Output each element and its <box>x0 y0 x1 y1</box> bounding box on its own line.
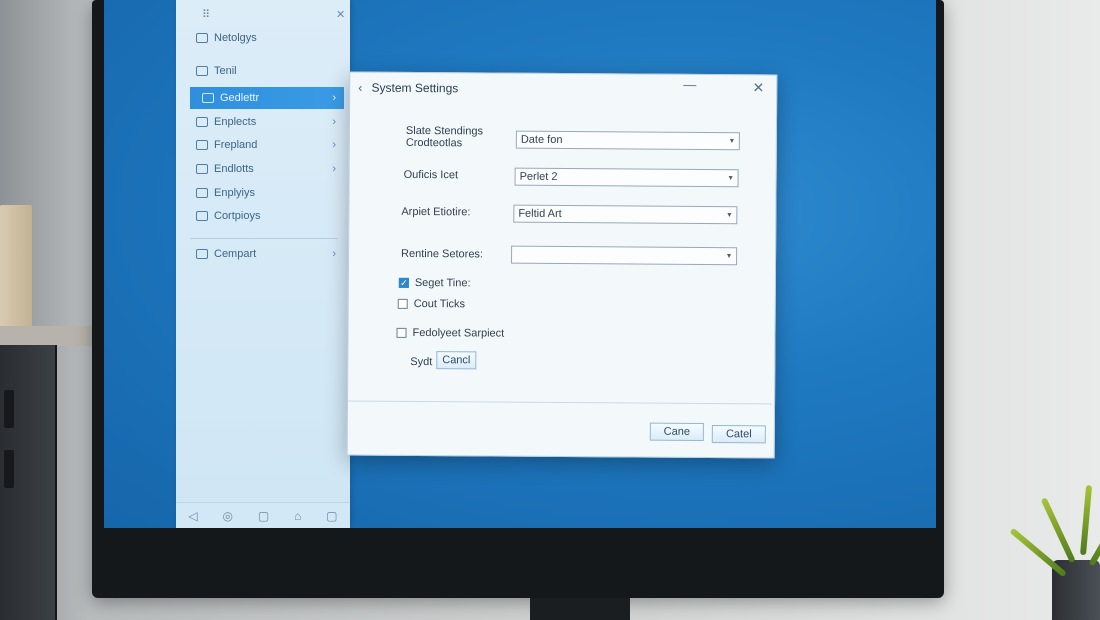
monitor-stand <box>530 598 630 620</box>
select-value: Feltid Art <box>518 207 562 220</box>
grid-icon <box>202 93 214 103</box>
checkbox-label: Seget Tine: <box>414 276 471 290</box>
dialog-footer-divider <box>348 400 773 405</box>
dialog-title-bar: ‹ System Settings <box>358 81 458 96</box>
rentine-select[interactable]: ▾ <box>511 245 738 266</box>
chevron-down-icon: ▾ <box>728 173 733 183</box>
grid-icon <box>196 140 208 150</box>
field-label-arpiet-etiotire: Arpiet Etiotire: <box>401 206 470 218</box>
checkbox-fedolyeet-sarpiect[interactable]: Fedolyeet Sarpiect <box>396 327 504 340</box>
close-icon[interactable]: ✕ <box>752 79 764 96</box>
sidebar-item-label: Netolgys <box>214 32 257 44</box>
dialog-title: System Settings <box>371 80 459 96</box>
select-value: Perlet 2 <box>519 170 558 183</box>
chevron-down-icon: ▾ <box>729 136 734 146</box>
field-label-ouficis-icet: Ouficis Icet <box>404 169 458 181</box>
chevron-right-icon: › <box>332 116 336 128</box>
chevron-down-icon: ▾ <box>727 251 732 261</box>
sydt-label: Sydt <box>410 355 433 369</box>
checkbox-unchecked-icon <box>396 327 407 338</box>
grid-icon <box>196 164 208 174</box>
sidebar-item-frepland[interactable]: Frepland › <box>184 134 344 156</box>
back-icon[interactable]: ◁ <box>188 509 197 523</box>
home-icon[interactable]: ⌂ <box>294 509 301 523</box>
catel-button[interactable]: Catel <box>711 425 766 444</box>
checkbox-label: Cout Ticks <box>413 297 466 311</box>
field-label-line: Slate Stendings <box>405 124 484 138</box>
monitor-icon <box>196 249 208 259</box>
plant-leaf <box>1088 502 1100 567</box>
sidebar: ⠿ ✕ Netolgys Tenil Gedlettr › Enplects ›… <box>176 0 350 528</box>
minimize-icon[interactable]: — <box>683 77 696 92</box>
date-format-select[interactable]: Date fon ▾ <box>515 130 740 151</box>
sidebar-item-cortpioys[interactable]: Cortpioys <box>184 205 344 227</box>
sidebar-divider <box>190 238 338 239</box>
checkbox-cout-ticks[interactable]: Cout Ticks <box>397 297 466 311</box>
chat-icon[interactable]: ◎ <box>223 509 233 523</box>
checkbox-seget-tine[interactable]: ✓ Seget Tine: <box>398 276 471 290</box>
sidebar-item-gedlettr[interactable]: Gedlettr › <box>190 87 344 109</box>
sidebar-item-endlotts[interactable]: Endlotts › <box>184 158 344 180</box>
checkbox-label: Fedolyeet Sarpiect <box>412 326 505 340</box>
sidebar-item-label: Tenil <box>214 65 237 77</box>
field-label-rentine-setores: Rentine Setores: <box>401 248 483 261</box>
sidebar-item-label: Endlotts <box>214 163 254 175</box>
chevron-right-icon: › <box>332 248 336 260</box>
sidebar-item-label: Enplects <box>214 116 257 128</box>
sidebar-item-enplects[interactable]: Enplects › <box>184 111 344 133</box>
chevron-down-icon: ▾ <box>727 210 732 220</box>
sidebar-item-tenil[interactable]: Tenil <box>184 60 344 82</box>
arpiet-select[interactable]: Feltid Art ▾ <box>513 204 738 225</box>
field-label-line: Crodteotlas <box>405 136 463 150</box>
plant-leaf <box>1080 485 1093 556</box>
inline-cancel-button[interactable]: Cancl <box>436 351 477 370</box>
plant-leaf <box>1040 497 1076 564</box>
sidebar-item-label: Enplyiys <box>214 187 255 199</box>
sidebar-bottom-toolbar: ◁ ◎ ▢ ⌂ ▢ <box>176 502 350 528</box>
folder-icon <box>196 188 208 198</box>
sidebar-item-enplyiys[interactable]: Enplyiys <box>184 182 344 204</box>
window-icon[interactable]: ▢ <box>258 509 269 523</box>
sidebar-item-netolgys[interactable]: Netolgys <box>184 27 344 49</box>
lock-icon <box>196 66 208 76</box>
chevron-right-icon: › <box>332 163 336 175</box>
drag-handle-icon[interactable]: ⠿ <box>202 8 210 21</box>
sidebar-item-label: Frepland <box>214 139 258 151</box>
sidebar-item-label: Cempart <box>214 248 257 260</box>
select-value: Date fon <box>520 133 563 147</box>
checkbox-unchecked-icon <box>397 298 408 309</box>
sidebar-item-label: Cortpioys <box>214 210 261 222</box>
tower-slot <box>4 450 14 488</box>
tablet-icon[interactable]: ▢ <box>326 509 337 523</box>
grid-icon <box>196 117 208 127</box>
field-label-slate-standings: Slate Stendings Crodteotlas <box>406 125 483 150</box>
cane-button[interactable]: Cane <box>649 422 704 441</box>
cardboard-box <box>0 205 32 345</box>
monitor-screen: ⠿ ✕ Netolgys Tenil Gedlettr › Enplects ›… <box>104 0 936 528</box>
field-label-line: Arpiet Etiotire: <box>401 205 471 219</box>
back-icon[interactable]: ‹ <box>358 81 362 95</box>
close-icon[interactable]: ✕ <box>336 8 345 21</box>
tower-slot <box>4 390 14 428</box>
folder-icon <box>196 211 208 221</box>
field-label-line: Ouficis Icet <box>403 168 459 182</box>
checkbox-checked-icon: ✓ <box>398 277 409 288</box>
pc-tower <box>0 345 57 620</box>
sidebar-item-label: Gedlettr <box>220 92 260 104</box>
ouficis-select[interactable]: Perlet 2 ▾ <box>514 167 739 188</box>
sidebar-item-cempart[interactable]: Cempart › <box>184 243 344 265</box>
chevron-right-icon: › <box>332 139 336 151</box>
system-settings-dialog: ‹ System Settings — ✕ Slate Stendings Cr… <box>346 71 778 459</box>
field-label-line: Rentine Setores: <box>401 247 484 261</box>
folder-icon <box>196 33 208 43</box>
chevron-right-icon: › <box>332 92 336 104</box>
sidebar-topbar: ⠿ ✕ <box>176 8 350 22</box>
